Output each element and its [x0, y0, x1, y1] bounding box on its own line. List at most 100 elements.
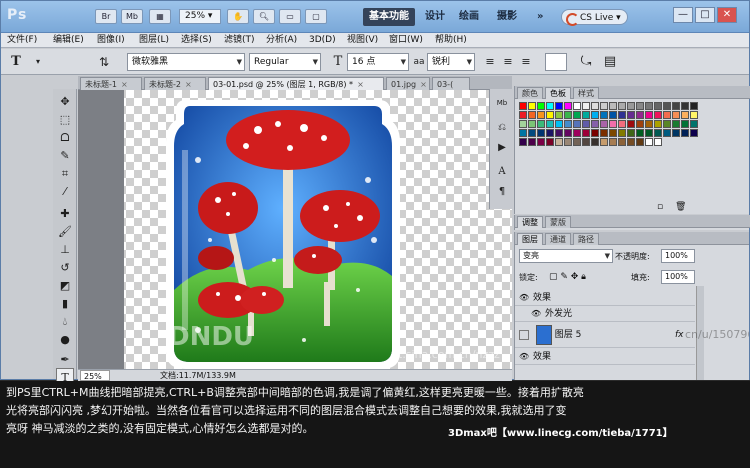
text-color-swatch[interactable] — [545, 53, 567, 71]
color-swatch[interactable] — [672, 111, 680, 119]
eye-icon[interactable]: 👁︎ — [519, 290, 529, 306]
crop-tool-icon[interactable]: ⌗ — [56, 165, 74, 182]
color-swatch[interactable] — [537, 111, 545, 119]
mini-bridge-button[interactable]: Mb — [121, 9, 143, 24]
pen-tool-icon[interactable]: ✒︎ — [56, 351, 74, 368]
color-swatch[interactable] — [582, 138, 590, 146]
character-panel-icon[interactable]: ▤ — [601, 53, 619, 71]
color-swatch[interactable] — [591, 111, 599, 119]
menu-layer[interactable]: 图层(L) — [139, 33, 169, 48]
color-swatch[interactable] — [645, 120, 653, 128]
color-swatch[interactable] — [519, 129, 527, 137]
font-size-select[interactable]: 16 点 ▼ — [347, 53, 409, 71]
color-swatch[interactable] — [609, 102, 617, 110]
color-swatch[interactable] — [681, 111, 689, 119]
color-swatch[interactable] — [645, 102, 653, 110]
close-button[interactable]: ✕ — [717, 7, 737, 23]
hand-tool-button[interactable]: ✋ — [227, 9, 249, 24]
workspace-more[interactable]: » — [531, 8, 549, 26]
color-swatch[interactable] — [591, 102, 599, 110]
color-swatch[interactable] — [618, 129, 626, 137]
color-swatch[interactable] — [573, 138, 581, 146]
color-swatch[interactable] — [636, 138, 644, 146]
color-swatch[interactable] — [555, 120, 563, 128]
antialias-select[interactable]: 锐利 ▼ — [427, 53, 475, 71]
layer-row-5[interactable]: 图层 5 fx — [515, 322, 695, 348]
zoom-level-dropdown[interactable]: 25% ▾ — [179, 9, 221, 24]
color-swatch[interactable] — [519, 102, 527, 110]
color-swatch[interactable] — [672, 120, 680, 128]
blend-mode-select[interactable]: 变亮 ▼ — [519, 249, 613, 263]
tab-styles[interactable]: 样式 — [573, 87, 599, 99]
color-swatch[interactable] — [582, 120, 590, 128]
opacity-field[interactable]: 100% — [661, 249, 695, 263]
color-swatch[interactable] — [573, 120, 581, 128]
color-swatch[interactable] — [555, 102, 563, 110]
menu-analysis[interactable]: 分析(A) — [266, 33, 297, 48]
color-swatch[interactable] — [564, 120, 572, 128]
color-swatch[interactable] — [681, 129, 689, 137]
new-swatch-icon[interactable]: ▫ — [657, 202, 663, 212]
menu-image[interactable]: 图像(I) — [97, 33, 125, 48]
zoom-tool-button[interactable]: 🔍︎ — [253, 9, 275, 24]
lasso-tool-icon[interactable]: ᗝ — [56, 129, 74, 146]
color-swatch[interactable] — [600, 129, 608, 137]
color-swatch[interactable] — [528, 129, 536, 137]
color-swatch[interactable] — [627, 111, 635, 119]
text-tool-preset-icon[interactable]: T — [7, 53, 25, 71]
color-swatch[interactable] — [663, 111, 671, 119]
color-swatch[interactable] — [528, 120, 536, 128]
menu-window[interactable]: 窗口(W) — [389, 33, 423, 48]
color-swatch[interactable] — [600, 111, 608, 119]
color-swatch[interactable] — [609, 138, 617, 146]
history-brush-tool-icon[interactable]: ↺ — [56, 259, 74, 276]
color-swatch[interactable] — [663, 120, 671, 128]
color-swatch[interactable] — [663, 129, 671, 137]
color-swatch[interactable] — [546, 111, 554, 119]
eyedropper-tool-icon[interactable]: ⁄ — [56, 183, 74, 200]
color-swatch[interactable] — [591, 138, 599, 146]
bridge-button[interactable]: Br — [95, 9, 117, 24]
color-swatch[interactable] — [519, 120, 527, 128]
color-swatch[interactable] — [546, 138, 554, 146]
color-swatch[interactable] — [582, 102, 590, 110]
document-canvas[interactable]: DNDU t.sina.com.cn/nzzz — [78, 90, 512, 369]
color-swatch[interactable] — [618, 102, 626, 110]
color-swatch[interactable] — [555, 111, 563, 119]
color-swatch[interactable] — [681, 120, 689, 128]
color-swatch[interactable] — [618, 111, 626, 119]
color-swatch[interactable] — [564, 138, 572, 146]
tab-untitled-2[interactable]: 未标题-2 × — [144, 77, 206, 90]
layer-effects-row-2[interactable]: 👁︎ 效果 — [515, 349, 695, 365]
text-orientation-icon[interactable]: ⇅ — [95, 53, 113, 71]
color-swatch[interactable] — [672, 129, 680, 137]
menu-help[interactable]: 帮助(H) — [435, 33, 467, 48]
color-swatch[interactable] — [564, 111, 572, 119]
color-swatch[interactable] — [690, 102, 698, 110]
color-swatch[interactable] — [528, 111, 536, 119]
tab-untitled-1[interactable]: 未标题-1 × — [80, 77, 142, 90]
eye-icon[interactable]: 👁︎ — [519, 349, 529, 365]
tab-layers[interactable]: 图层 — [517, 233, 543, 245]
color-swatch[interactable] — [528, 102, 536, 110]
color-swatch[interactable] — [573, 129, 581, 137]
color-swatch[interactable] — [546, 120, 554, 128]
color-swatch[interactable] — [537, 120, 545, 128]
tab-01-jpg[interactable]: 01.jpg × — [386, 77, 430, 90]
paragraph-panel-icon[interactable]: ¶ — [493, 183, 511, 200]
color-swatch[interactable] — [645, 111, 653, 119]
color-swatch[interactable] — [564, 102, 572, 110]
color-swatch[interactable] — [600, 138, 608, 146]
mini-bridge-panel-icon[interactable]: Mb — [493, 95, 511, 112]
menu-3d[interactable]: 3D(D) — [309, 33, 336, 48]
color-swatch[interactable] — [654, 129, 662, 137]
align-left-icon[interactable]: ≡ — [481, 53, 499, 71]
color-swatch[interactable] — [546, 102, 554, 110]
color-swatch[interactable] — [690, 129, 698, 137]
history-panel-icon[interactable]: ⎌ — [493, 119, 511, 136]
menu-file[interactable]: 文件(F) — [7, 33, 37, 48]
healing-brush-tool-icon[interactable]: ✚ — [56, 205, 74, 222]
brush-tool-icon[interactable]: 🖌︎ — [56, 223, 74, 240]
color-swatch[interactable] — [537, 129, 545, 137]
lock-icons[interactable]: ▢ ✎ ✥ 🔒︎ — [549, 270, 629, 285]
